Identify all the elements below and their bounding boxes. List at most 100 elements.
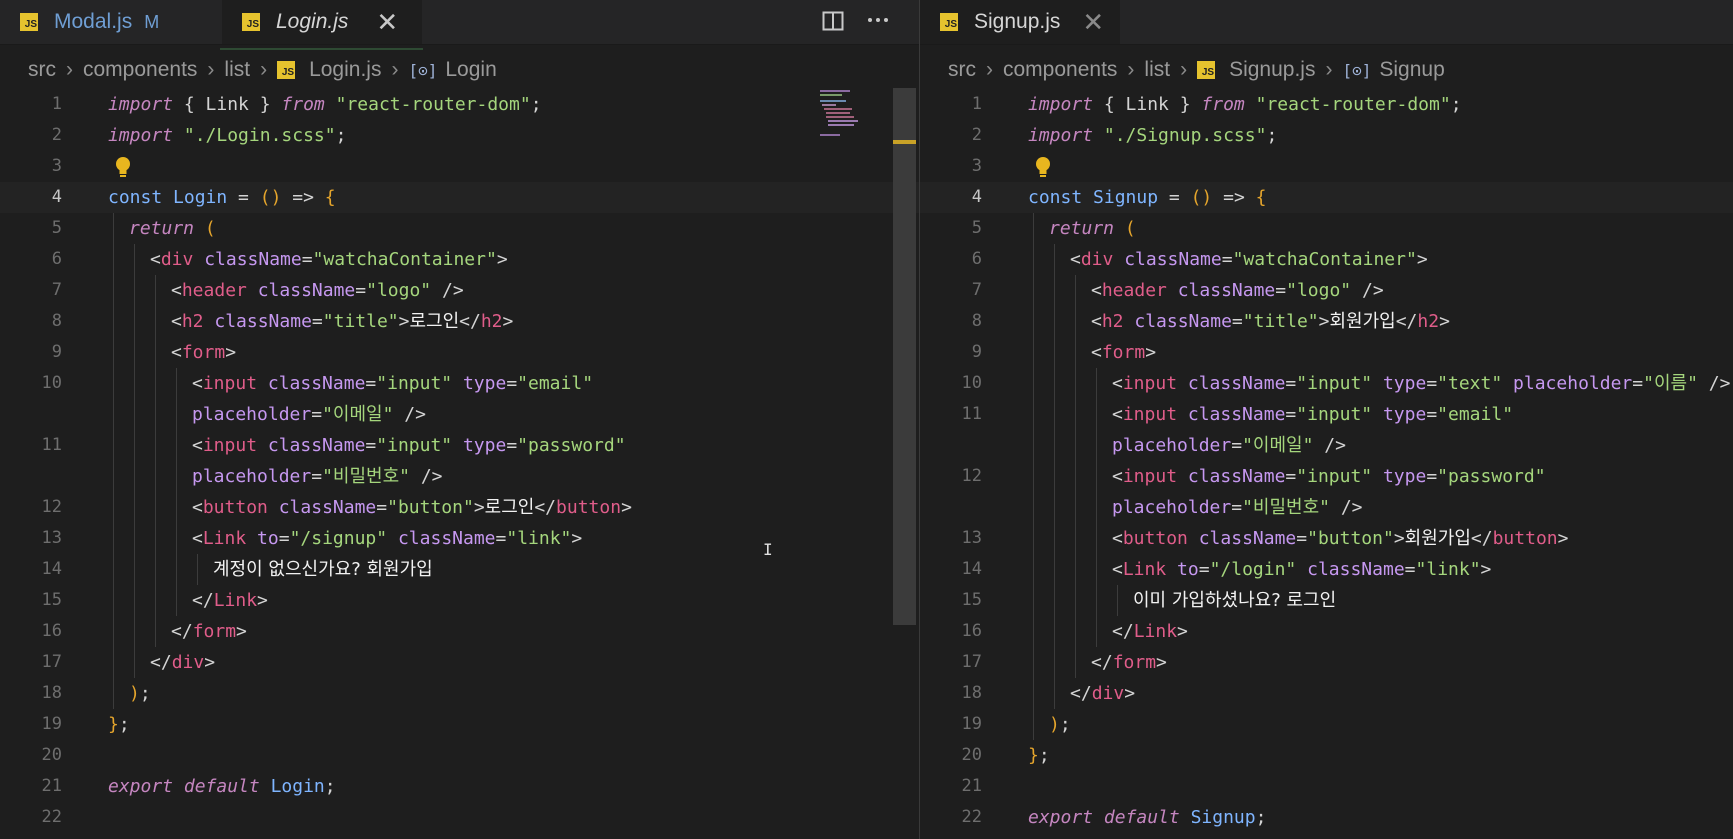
code-line[interactable]: 19}; <box>0 709 919 740</box>
code-line[interactable]: 16 </form> <box>0 616 919 647</box>
code-line[interactable]: 22 <box>0 802 919 833</box>
code-line[interactable]: 14 계정이 없으신가요? 회원가입 <box>0 554 919 585</box>
code-editor[interactable]: 1 import { Link } from "react-router-dom"… <box>920 89 1733 839</box>
indent-guide <box>176 492 177 523</box>
more-actions-icon[interactable] <box>866 6 890 36</box>
code-line[interactable]: 22 export default Signup; <box>920 802 1733 833</box>
code-token: className <box>1187 373 1286 394</box>
code-editor[interactable]: 1 import { Link } from "react-router-dom"… <box>0 89 919 839</box>
code-line[interactable]: 1 import { Link } from "react-router-dom"… <box>920 89 1733 120</box>
breadcrumb-components[interactable]: components <box>1003 58 1117 82</box>
code-line[interactable]: 7 <header className="logo" /> <box>920 275 1733 306</box>
code-token: = <box>355 280 367 301</box>
code-line[interactable]: 12 <input className="input" type="passwor… <box>920 461 1733 492</box>
code-line[interactable]: placeholder="비밀번호" /> <box>920 492 1733 523</box>
indent-guide <box>1054 647 1055 678</box>
code-line[interactable]: 9 <form> <box>0 337 919 368</box>
split-editor-icon[interactable] <box>822 10 844 38</box>
code-token: className <box>278 497 377 518</box>
js-file-icon: JS <box>277 61 296 79</box>
tab-login-js[interactable]: JS Login.js ✕ <box>222 0 422 44</box>
code-line[interactable]: 10 <input className="input" type="text" p… <box>920 368 1733 399</box>
code-line[interactable]: 5 return ( <box>0 213 919 244</box>
line-number: 4 <box>51 187 62 207</box>
code-token: > <box>1439 311 1450 332</box>
code-token: = <box>506 435 518 456</box>
code-line[interactable]: 1 import { Link } from "react-router-dom"… <box>0 89 919 120</box>
indent-guide <box>113 647 114 678</box>
vertical-scrollbar[interactable] <box>893 88 916 625</box>
code-text: export default Signup; <box>1028 802 1266 833</box>
code-line[interactable]: 15 </Link> <box>0 585 919 616</box>
code-text: <input className="input" type="text" pla… <box>1112 368 1730 399</box>
code-line[interactable]: 18); <box>0 678 919 709</box>
code-line[interactable]: 8 <h2 className="title">로그인</h2> <box>0 306 919 337</box>
line-number: 5 <box>51 218 62 238</box>
indent-guide <box>155 523 156 554</box>
breadcrumb-list[interactable]: list <box>224 58 250 82</box>
indent-guide <box>1054 368 1055 399</box>
code-token: = <box>506 373 518 394</box>
indent-guide <box>1033 678 1034 709</box>
code-line[interactable]: 15 이미 가입하셨나요? 로그인 <box>920 585 1733 616</box>
line-number: 9 <box>51 342 62 362</box>
code-line[interactable]: 2 import "./Login.scss"; <box>0 120 919 151</box>
line-number: 2 <box>51 125 62 145</box>
code-line[interactable]: 13 <button className="button">회원가입</butto… <box>920 523 1733 554</box>
code-line[interactable]: 10 <input className="input" type="email" <box>0 368 919 399</box>
code-line[interactable]: 4 const Signup = () => { <box>920 182 1733 213</box>
code-token: ( <box>204 218 216 239</box>
code-line[interactable]: 11 <input className="input" type="passwor… <box>0 430 919 461</box>
code-token: form <box>1101 342 1146 363</box>
close-icon[interactable]: ✕ <box>376 9 398 35</box>
code-line[interactable]: placeholder="비밀번호" /> <box>0 461 919 492</box>
breadcrumb-symbol[interactable]: Login <box>445 58 496 82</box>
code-line[interactable]: 19); <box>920 709 1733 740</box>
code-line[interactable]: 6 <div className="watchaContainer"> <box>0 244 919 275</box>
code-line[interactable]: 11 <input className="input" type="email" <box>920 399 1733 430</box>
code-line[interactable]: 3 <box>920 151 1733 182</box>
line-number: 2 <box>971 125 982 145</box>
code-line[interactable]: 3 <box>0 151 919 182</box>
code-line[interactable]: 16 </Link> <box>920 616 1733 647</box>
code-line[interactable]: 17 </div> <box>0 647 919 678</box>
code-line[interactable]: 21 export default Login; <box>0 771 919 802</box>
code-text: <header className="logo" /> <box>171 275 464 306</box>
code-token: "logo" <box>366 280 432 301</box>
code-line[interactable]: 7 <header className="logo" /> <box>0 275 919 306</box>
breadcrumb-file[interactable]: Signup.js <box>1229 58 1315 82</box>
code-line[interactable]: 12 <button className="button">로그인</button… <box>0 492 919 523</box>
code-token: /> <box>393 404 426 425</box>
breadcrumb-list[interactable]: list <box>1144 58 1170 82</box>
code-line[interactable]: placeholder="이메일" /> <box>920 430 1733 461</box>
code-line[interactable]: 5 return ( <box>920 213 1733 244</box>
code-line[interactable]: 2 import "./Signup.scss"; <box>920 120 1733 151</box>
breadcrumb-components[interactable]: components <box>83 58 197 82</box>
breadcrumb-src[interactable]: src <box>28 58 56 82</box>
code-line[interactable]: 8 <h2 className="title">회원가입</h2> <box>920 306 1733 337</box>
code-token: </ <box>459 311 481 332</box>
breadcrumb-src[interactable]: src <box>948 58 976 82</box>
code-line[interactable]: 18 </div> <box>920 678 1733 709</box>
code-line[interactable]: 6 <div className="watchaContainer"> <box>920 244 1733 275</box>
code-line[interactable]: 9 <form> <box>920 337 1733 368</box>
code-line[interactable]: 21 <box>920 771 1733 802</box>
code-token: input <box>1122 466 1178 487</box>
code-line[interactable]: 20 <box>0 740 919 771</box>
code-token: className <box>1134 311 1232 332</box>
code-line[interactable]: placeholder="이메일" /> <box>0 399 919 430</box>
close-icon[interactable]: ✕ <box>1082 9 1104 35</box>
code-line[interactable]: 4 const Login = () => { <box>0 182 919 213</box>
tab-signup-js[interactable]: JS Signup.js ✕ <box>920 0 1120 44</box>
code-line[interactable]: 20}; <box>920 740 1733 771</box>
code-line[interactable]: 13 <Link to="/signup" className="link"> <box>0 523 919 554</box>
minimap[interactable] <box>818 88 890 140</box>
code-line[interactable]: 14 <Link to="/login" className="link"> <box>920 554 1733 585</box>
code-line[interactable]: 17 </form> <box>920 647 1733 678</box>
tab-modal-js[interactable]: JS Modal.js M <box>20 0 159 44</box>
line-number: 16 <box>961 621 982 641</box>
breadcrumb-symbol[interactable]: Signup <box>1379 58 1444 82</box>
code-text: placeholder="비밀번호" /> <box>1112 492 1363 523</box>
breadcrumb-file[interactable]: Login.js <box>309 58 381 82</box>
indent-guide <box>155 399 156 430</box>
